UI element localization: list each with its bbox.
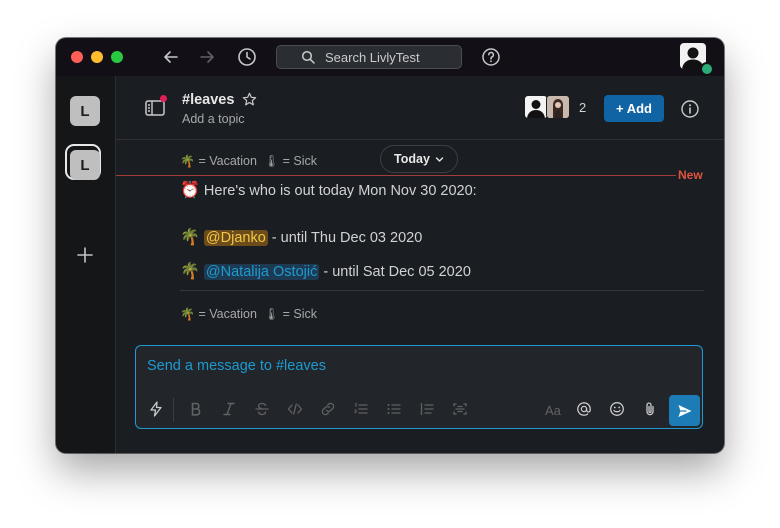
sick-label: = Sick: [282, 154, 317, 168]
date-divider-label: Today: [394, 152, 430, 166]
send-button[interactable]: [669, 395, 700, 426]
leave-entry-text: - until Thu Dec 03 2020: [267, 230, 423, 246]
close-window-button[interactable]: [71, 51, 83, 63]
sick-label: = Sick: [282, 307, 317, 321]
strikethrough-icon[interactable]: [254, 401, 270, 417]
help-icon[interactable]: [480, 46, 502, 68]
vacation-label: = Vacation: [198, 307, 257, 321]
sick-emoji: 🌡: [263, 307, 280, 321]
ordered-list-icon[interactable]: [353, 401, 369, 417]
maximize-window-button[interactable]: [111, 51, 123, 63]
italic-icon[interactable]: [221, 401, 237, 417]
vacation-emoji: 🌴: [180, 229, 200, 246]
formatting-toggle[interactable]: Aa: [545, 403, 561, 418]
star-icon[interactable]: [242, 92, 257, 107]
workspace-rail: L L: [56, 76, 116, 453]
message-composer[interactable]: Send a message to #leaves Aa: [135, 345, 703, 429]
workspace-switcher-item-active[interactable]: L: [70, 150, 100, 180]
emoji-icon[interactable]: [609, 401, 625, 417]
channel-name[interactable]: #leaves: [182, 92, 234, 108]
bulleted-list-icon[interactable]: [386, 401, 402, 417]
chevron-down-icon: [435, 155, 444, 164]
send-icon: [677, 403, 693, 419]
add-button[interactable]: + Add: [604, 95, 664, 122]
message-header-text: Here's who is out today Mon Nov 30 2020:: [203, 183, 477, 199]
code-block-icon[interactable]: [452, 401, 468, 417]
message-input[interactable]: Send a message to #leaves: [147, 358, 326, 374]
back-arrow-icon[interactable]: [160, 46, 182, 68]
notification-dot: [160, 95, 167, 102]
minimize-window-button[interactable]: [91, 51, 103, 63]
date-divider-button[interactable]: Today: [380, 145, 458, 173]
title-bar: Search LivlyTest: [56, 38, 724, 76]
member-avatar: [546, 95, 570, 119]
workspace-switcher-item[interactable]: L: [70, 96, 100, 126]
info-icon[interactable]: [680, 99, 700, 119]
member-count: 2: [579, 99, 587, 115]
alarm-clock-emoji: ⏰: [180, 182, 200, 199]
search-bar[interactable]: Search LivlyTest: [276, 45, 462, 69]
forward-arrow-icon[interactable]: [196, 46, 218, 68]
mention-icon[interactable]: [576, 401, 592, 417]
shortcuts-lightning-icon[interactable]: [148, 401, 164, 417]
vacation-label: = Vacation: [198, 154, 257, 168]
bold-icon[interactable]: [188, 401, 204, 417]
message-list: 🌴 = Vacation 🌡 = Sick New Today ⏰ Here's …: [116, 140, 724, 340]
code-icon[interactable]: [287, 401, 303, 417]
member-list-button[interactable]: 2: [524, 95, 586, 119]
user-mention[interactable]: @Natalija Ostojić: [203, 264, 320, 280]
channel-header: #leaves Add a topic 2 + Add: [116, 76, 724, 140]
user-mention[interactable]: @Djanko: [203, 230, 268, 246]
legend-top: 🌴 = Vacation 🌡 = Sick: [180, 154, 317, 168]
vacation-emoji: 🌴: [180, 154, 195, 168]
channel-topic[interactable]: Add a topic: [182, 112, 245, 126]
leave-entry: 🌴 @Djanko - until Thu Dec 03 2020: [180, 227, 422, 247]
leave-entry: 🌴 @Natalija Ostojić - until Sat Dec 05 20…: [180, 261, 471, 281]
blockquote-icon[interactable]: [419, 401, 435, 417]
new-messages-label: New: [678, 168, 703, 182]
vacation-emoji: 🌴: [180, 263, 200, 280]
attachment-icon[interactable]: [642, 401, 658, 417]
message-header: ⏰ Here's who is out today Mon Nov 30 2020…: [180, 180, 477, 200]
search-icon: [301, 50, 315, 64]
toolbar-divider: [173, 398, 174, 422]
legend-bottom: 🌴 = Vacation 🌡 = Sick: [180, 307, 317, 321]
link-icon[interactable]: [320, 401, 336, 417]
new-messages-line: [116, 175, 676, 176]
sick-emoji: 🌡: [263, 154, 280, 168]
member-avatar: [524, 95, 548, 119]
search-placeholder: Search LivlyTest: [325, 50, 420, 65]
add-workspace-icon[interactable]: [76, 246, 94, 264]
user-presence-indicator: [700, 62, 714, 76]
vacation-emoji: 🌴: [180, 307, 195, 321]
divider: [180, 290, 704, 291]
leave-entry-text: - until Sat Dec 05 2020: [319, 264, 471, 280]
history-clock-icon[interactable]: [236, 46, 258, 68]
app-window: Search LivlyTest L L #leaves Add a topic: [56, 38, 724, 453]
